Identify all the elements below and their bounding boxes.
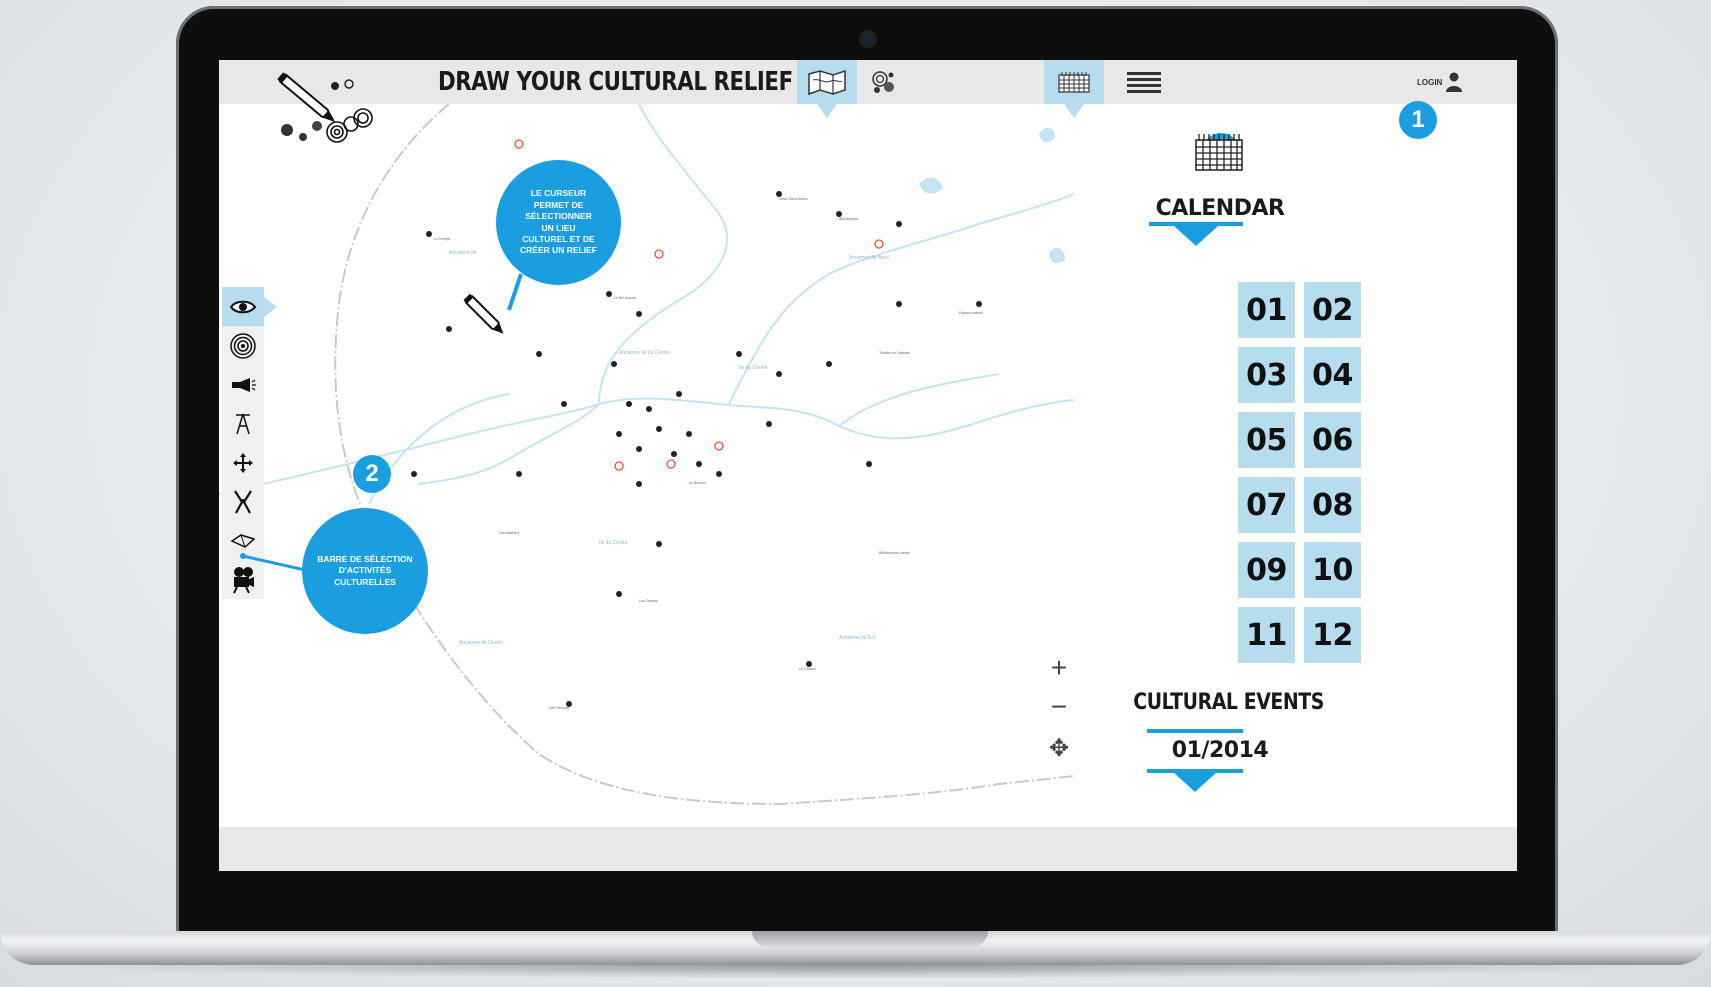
svg-text:Le Temple: Le Temple [434, 237, 450, 241]
eye-icon [230, 300, 256, 313]
svg-text:Ancienne Ile Nord: Ancienne Ile Nord [849, 255, 889, 261]
svg-text:Ancienne Ile du Centre: Ancienne Ile du Centre [619, 350, 670, 356]
laptop-shadow [40, 965, 1671, 979]
events-toggle-icon[interactable] [1173, 772, 1217, 792]
camera-icon [862, 33, 874, 45]
dancer-icon [234, 489, 252, 514]
svg-text:Espace culturel: Espace culturel [959, 311, 983, 315]
tab-map[interactable] [797, 60, 857, 118]
tab-menu[interactable] [1114, 60, 1174, 104]
pencil-cursor-icon [463, 273, 523, 334]
laptop-notch [752, 931, 988, 947]
megaphone-icon [232, 377, 256, 392]
cursor-tip-text: LE CURSEUR PERMET DE SÉLECTIONNER UN LIE… [520, 188, 597, 256]
svg-text:Ancienne Ile Est: Ancienne Ile Est [839, 635, 876, 641]
toolbar-pointer [240, 553, 306, 572]
svg-text:Les Carmes: Les Carmes [639, 599, 658, 603]
svg-text:Bibliothèque Lamiel: Bibliothèque Lamiel [879, 551, 910, 555]
month-05[interactable]: 05 [1238, 412, 1295, 468]
calendar-icon [1058, 72, 1090, 93]
events-date: 01/2014 [1171, 738, 1269, 763]
relief-icon [872, 71, 894, 93]
toolbar-tip-bubble: BARRE DE SÉLECTION D'ACTIVITÉS CULTURELL… [302, 508, 428, 634]
cultural-events-heading: CULTURAL EVENTS [1133, 690, 1324, 715]
month-02[interactable]: 02 [1304, 282, 1361, 338]
month-grid: 01 02 03 04 05 06 07 08 09 10 11 12 [1238, 282, 1362, 663]
pan-button[interactable]: ✥ [1043, 732, 1075, 764]
month-07[interactable]: 07 [1238, 477, 1295, 533]
city-map[interactable]: VieuxLe TempleLe Bel Accueil Vieux Saint… [219, 104, 1074, 827]
events-rule-top [1147, 729, 1243, 733]
tool-target[interactable] [222, 326, 264, 365]
move-icon [233, 452, 253, 473]
menu-icon [1127, 72, 1161, 93]
login-label: LOGIN [1417, 77, 1443, 87]
tool-dance[interactable] [222, 482, 264, 521]
svg-text:Théâtre du Capitole: Théâtre du Capitole [879, 351, 910, 355]
calendar-toggle-icon[interactable] [1174, 226, 1218, 246]
tool-move[interactable] [222, 443, 264, 482]
footer-bar [219, 827, 1517, 871]
month-08[interactable]: 08 [1304, 477, 1361, 533]
login-button[interactable]: LOGIN [1417, 72, 1463, 92]
calendar-heading: CALENDAR [1155, 196, 1285, 221]
svg-text:Ile du Centre: Ile du Centre [739, 365, 768, 371]
marker-1: 1 [1399, 101, 1437, 139]
toolbar-tip-text: BARRE DE SÉLECTION D'ACTIVITÉS CULTURELL… [317, 553, 413, 587]
book-icon [231, 533, 255, 548]
cursor-tip-bubble: LE CURSEUR PERMET DE SÉLECTIONNER UN LIE… [496, 160, 621, 285]
app-screen: VieuxLe TempleLe Bel Accueil Vieux Saint… [219, 60, 1517, 871]
month-10[interactable]: 10 [1304, 542, 1361, 598]
zoom-out-button[interactable]: − [1043, 691, 1075, 723]
marker-2: 2 [353, 455, 391, 493]
svg-text:Le Bolchoï: Le Bolchoï [689, 481, 706, 485]
month-06[interactable]: 06 [1304, 412, 1361, 468]
svg-text:Le Bel Accueil: Le Bel Accueil [614, 296, 636, 300]
tab-relief[interactable] [861, 60, 907, 104]
easel-icon [236, 413, 250, 434]
month-12[interactable]: 12 [1304, 607, 1361, 663]
tab-calendar[interactable] [1044, 60, 1104, 118]
map-icon [808, 69, 846, 96]
svg-text:Ancienne Ile Ouest: Ancienne Ile Ouest [459, 640, 502, 646]
svg-text:Bibliothèque: Bibliothèque [839, 217, 858, 221]
tool-easel[interactable] [222, 404, 264, 443]
month-11[interactable]: 11 [1238, 607, 1295, 663]
svg-text:Vieux Saint-Martin: Vieux Saint-Martin [779, 197, 808, 201]
month-01[interactable]: 01 [1238, 282, 1295, 338]
tool-eye[interactable] [222, 287, 277, 326]
svg-text:Cité Rémuzy: Cité Rémuzy [549, 706, 569, 710]
tool-megaphone[interactable] [222, 365, 264, 404]
svg-text:Ancienne Ile: Ancienne Ile [449, 250, 477, 256]
svg-text:Le Trianon: Le Trianon [799, 667, 816, 671]
user-icon [1446, 72, 1463, 92]
month-09[interactable]: 09 [1238, 542, 1295, 598]
zoom-in-button[interactable]: + [1043, 652, 1075, 684]
month-04[interactable]: 04 [1304, 347, 1361, 403]
target-icon [230, 332, 256, 359]
top-bar: DRAW YOUR CULTURAL RELIEF LOGIN [219, 60, 1517, 118]
svg-text:Les Abattoirs: Les Abattoirs [499, 531, 519, 535]
month-03[interactable]: 03 [1238, 347, 1295, 403]
calendar-panel-icon [1195, 134, 1243, 171]
app-title: DRAW YOUR CULTURAL RELIEF [438, 67, 793, 97]
pencil-relief-logo-icon[interactable] [265, 66, 381, 146]
svg-text:Ile du Centre: Ile du Centre [599, 540, 628, 546]
